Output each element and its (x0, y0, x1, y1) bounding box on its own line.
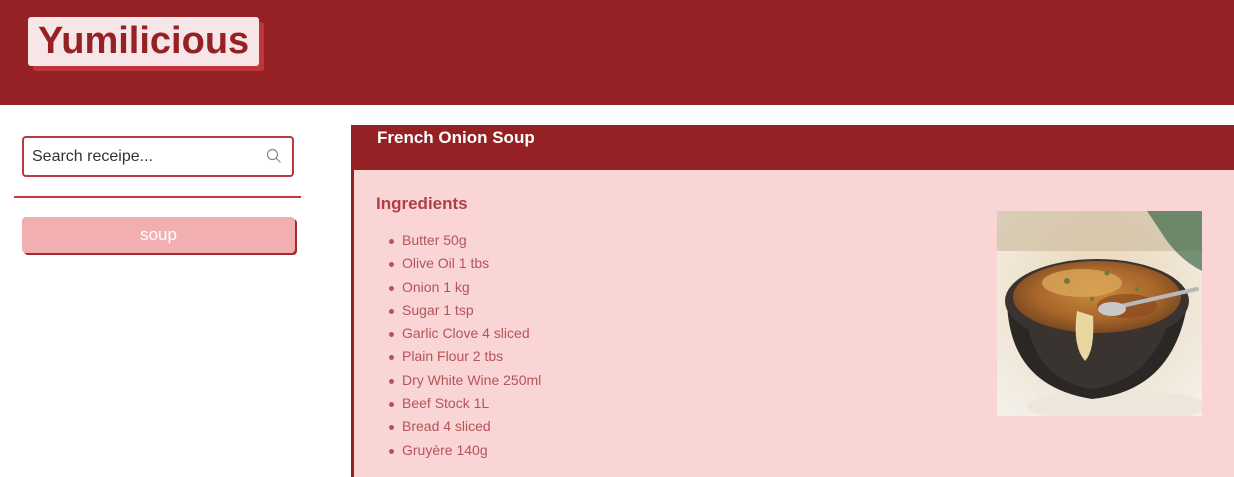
recipe-title: French Onion Soup (377, 128, 535, 147)
search-box (22, 136, 294, 177)
ingredient-item: Dry White Wine 250ml (388, 371, 541, 394)
ingredient-item: Plain Flour 2 tbs (388, 347, 541, 370)
ingredients-heading: Ingredients (376, 194, 468, 213)
ingredient-item: Sugar 1 tsp (388, 301, 541, 324)
ingredient-item: Bread 4 sliced (388, 417, 541, 440)
ingredient-item: Beef Stock 1L (388, 394, 541, 417)
soup-filter-button[interactable]: soup (22, 217, 295, 253)
ingredient-item: Garlic Clove 4 sliced (388, 324, 541, 347)
recipe-panel: French Onion Soup Ingredients Butter 50g… (351, 125, 1234, 477)
site-logo[interactable]: Yumilicious (28, 17, 260, 66)
site-header: Yumilicious (0, 0, 1234, 105)
ingredient-item: Butter 50g (388, 231, 541, 254)
search-icon[interactable] (266, 148, 282, 164)
ingredient-item: Gruyère 140g (388, 441, 541, 464)
sidebar-divider (14, 196, 301, 198)
ingredient-item: Olive Oil 1 tbs (388, 254, 541, 277)
ingredients-list: Butter 50g Olive Oil 1 tbs Onion 1 kg Su… (388, 231, 541, 464)
recipe-image (997, 211, 1202, 416)
recipe-title-bar: French Onion Soup (354, 125, 1234, 170)
ingredient-item: Onion 1 kg (388, 278, 541, 301)
search-input[interactable] (32, 138, 262, 175)
